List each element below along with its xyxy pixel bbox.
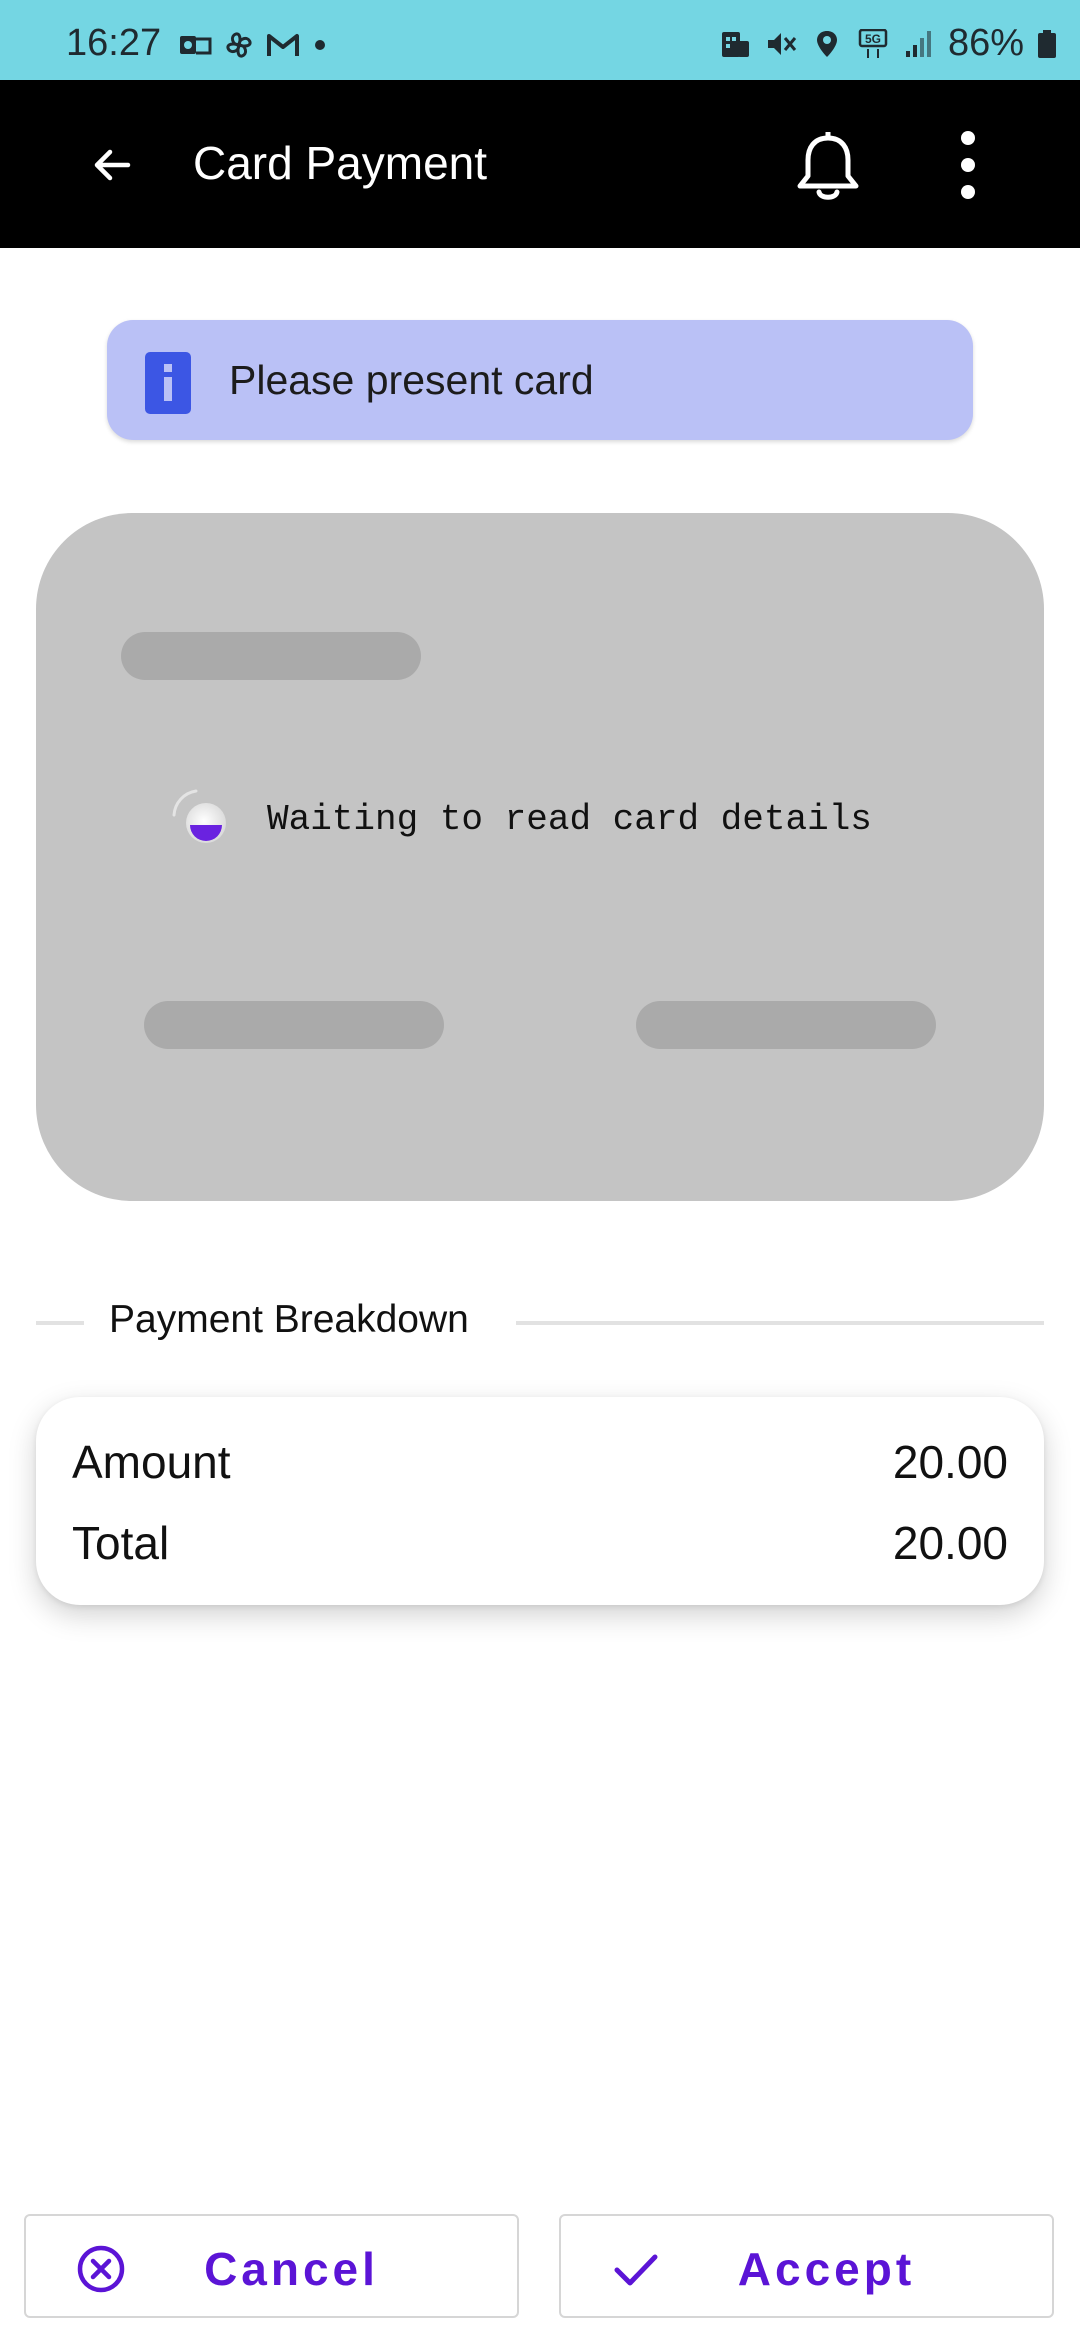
breakdown-value: 20.00 [892,1436,1008,1488]
divider [516,1321,1044,1325]
bell-icon[interactable] [792,124,864,206]
cancel-button[interactable]: Cancel [24,2214,519,2318]
breakdown-value: 20.00 [892,1517,1008,1569]
outlook-icon [180,36,212,55]
accept-button-label: Accept [737,2243,916,2295]
more-vert-icon[interactable] [940,124,996,206]
app-bar: Card Payment [0,80,1080,248]
pinwheel-icon [226,32,252,58]
page-title: Card Payment [193,137,488,189]
breakdown-label: Total [72,1517,170,1569]
mute-icon [767,32,797,55]
5g-icon: 5G [858,28,888,58]
battery-icon [1038,29,1056,58]
gmail-icon [267,34,299,56]
accept-button[interactable]: Accept [559,2214,1054,2318]
status-right: 5G 86% [718,22,1058,65]
svg-text:5G: 5G [865,32,881,46]
breakdown-label: Amount [72,1436,231,1488]
breakdown-header: Payment Breakdown [36,1292,1044,1352]
breakdown-row-total: Total 20.00 [72,1516,1008,1576]
card-status-text: Waiting to read card details [267,799,872,840]
breakdown-card: Amount 20.00 Total 20.00 [36,1397,1044,1605]
arrow-back-icon[interactable] [80,132,146,198]
card-skeleton-line [121,632,421,680]
card-skeleton-line [144,1001,444,1049]
dot-icon [315,40,325,50]
info-icon [145,352,191,414]
info-banner-text: Please present card [229,357,594,403]
status-time: 16:27 [66,22,162,64]
battery-percent: 86% [947,22,1024,64]
building-icon [721,31,749,57]
status-left-icons [178,30,330,60]
info-banner: Please present card [107,320,973,440]
cancel-button-label: Cancel [204,2243,379,2295]
breakdown-row-amount: Amount 20.00 [72,1435,1008,1495]
divider [36,1321,84,1325]
loading-spinner-icon [172,789,226,843]
location-icon [816,30,837,57]
breakdown-title: Payment Breakdown [109,1298,469,1341]
status-bar: 16:27 5G 86% [0,0,1080,80]
card-skeleton-line [636,1001,936,1049]
card-placeholder: Waiting to read card details [36,513,1044,1201]
signal-icon [905,30,931,57]
